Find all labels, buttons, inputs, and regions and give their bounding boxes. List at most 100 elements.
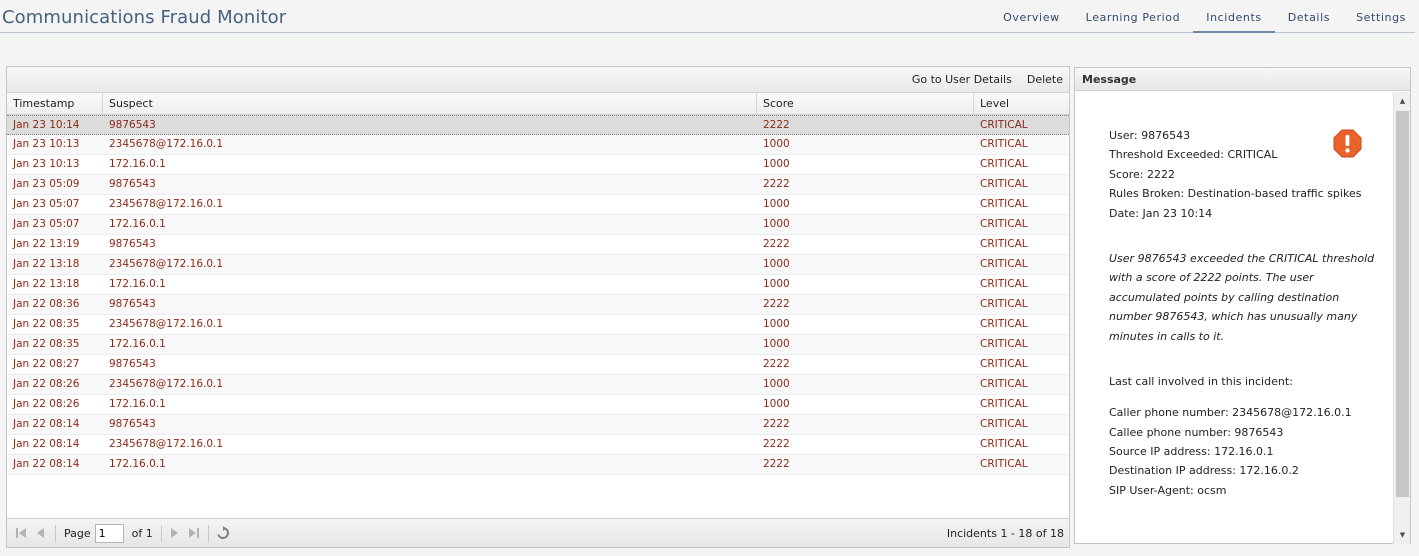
cell-score: 1000 [763,158,790,170]
cell-suspect: 2345678@172.16.0.1 [109,318,224,330]
column-header-timestamp[interactable]: Timestamp [7,93,103,115]
cell-timestamp: Jan 22 08:26 [13,398,80,410]
grid-rows: Jan 23 10:14 9876543 2222 CRITICAL Jan 23 10… [7,115,1069,475]
next-page-icon[interactable] [166,525,183,542]
cell-timestamp: Jan 22 08:27 [13,358,80,370]
cell-level: CRITICAL [980,458,1028,470]
cell-score: 2222 [763,358,790,370]
message-scrollbar[interactable]: ▲ ▼ [1393,92,1410,544]
cell-suspect: 9876543 [109,178,156,190]
cell-suspect: 9876543 [109,238,156,250]
tab-incidents[interactable]: Incidents [1193,0,1275,33]
cell-timestamp: Jan 23 05:09 [13,178,80,190]
cell-score: 1000 [763,258,790,270]
tab-overview[interactable]: Overview [990,0,1073,33]
cell-suspect: 2345678@172.16.0.1 [109,378,224,390]
cell-timestamp: Jan 23 10:14 [13,119,80,131]
cell-suspect: 172.16.0.1 [109,158,166,170]
column-header-score[interactable]: Score [757,93,974,115]
msg-explanation-line: number 9876543, which has unusually many [1109,310,1358,324]
tab-learning-period[interactable]: Learning Period [1073,0,1194,33]
pager-divider [160,524,162,542]
table-row[interactable]: Jan 22 13:18 172.16.0.1 1000 CRITICAL [7,275,1069,295]
cell-timestamp: Jan 22 13:18 [13,278,80,290]
table-row[interactable]: Jan 23 05:07 2345678@172.16.0.1 1000 CRITIC… [7,195,1069,215]
column-header-suspect[interactable]: Suspect [103,93,757,115]
cell-score: 2222 [763,178,790,190]
cell-suspect: 172.16.0.1 [109,338,166,350]
msg-sip-user-agent: SIP User-Agent: ocsm [1109,483,1227,497]
table-row[interactable]: Jan 22 08:14 2345678@172.16.0.1 2222 CRITIC… [7,435,1069,455]
cell-level: CRITICAL [980,178,1028,190]
msg-rules-broken: Rules Broken: Destination-based traffic … [1109,187,1362,201]
grid-header: Timestamp Suspect Score Level [7,93,1069,115]
cell-suspect: 172.16.0.1 [109,278,166,290]
pager-divider [55,524,56,542]
scroll-down-arrow-icon[interactable]: ▼ [1394,528,1411,543]
table-row[interactable]: Jan 22 13:18 2345678@172.16.0.1 1000 CRITIC… [7,255,1069,275]
table-row[interactable]: Jan 22 08:14 9876543 2222 CRITICAL [7,415,1069,435]
message-panel: Message User: 9876543 Threshold Exceeded… [1074,67,1411,544]
table-row[interactable]: Jan 23 10:13 2345678@172.16.0.1 1000 CRITIC… [7,135,1069,155]
page-number-input[interactable] [94,523,124,543]
cell-score: 2222 [763,119,790,131]
table-row[interactable]: Jan 22 08:36 9876543 2222 CRITICAL [7,295,1069,315]
cell-suspect: 2345678@172.16.0.1 [109,198,224,210]
refresh-icon[interactable] [215,525,232,542]
cell-score: 1000 [763,138,790,150]
cell-level: CRITICAL [980,158,1028,170]
cell-score: 2222 [763,298,790,310]
cell-suspect: 9876543 [109,358,156,370]
table-row[interactable]: Jan 23 10:13 172.16.0.1 1000 CRITICAL [7,155,1069,175]
cell-timestamp: Jan 23 10:13 [13,138,80,150]
pager-divider [207,524,209,542]
cell-suspect: 9876543 [109,298,156,310]
message-body: User: 9876543 Threshold Exceeded: CRITIC… [1109,126,1374,500]
page-label: Page [64,526,91,540]
last-page-icon[interactable] [185,525,202,542]
cell-timestamp: Jan 23 10:13 [13,158,80,170]
table-row[interactable]: Jan 23 05:07 172.16.0.1 1000 CRITICAL [7,215,1069,235]
cell-level: CRITICAL [980,258,1028,270]
msg-user: User: 9876543 [1109,129,1191,142]
table-row[interactable]: Jan 22 08:26 172.16.0.1 1000 CRITICAL [7,395,1069,415]
msg-date: Date: Jan 23 10:14 [1109,206,1213,220]
cell-score: 1000 [763,378,790,390]
table-row[interactable]: Jan 22 08:35 2345678@172.16.0.1 1000 CRITIC… [7,315,1069,335]
previous-page-icon[interactable] [32,525,49,542]
first-page-icon[interactable] [13,525,30,542]
cell-score: 1000 [763,278,790,290]
cell-timestamp: Jan 22 13:18 [13,258,80,270]
msg-callee: Callee phone number: 9876543 [1109,425,1284,439]
table-row[interactable]: Jan 22 08:27 9876543 2222 CRITICAL [7,355,1069,375]
cell-timestamp: Jan 22 08:14 [13,438,80,450]
cell-timestamp: Jan 23 05:07 [13,218,80,230]
table-row[interactable]: Jan 23 05:09 9876543 2222 CRITICAL [7,175,1069,195]
cell-level: CRITICAL [980,418,1028,430]
delete-button[interactable]: Delete [1012,73,1063,86]
page-total-label: of 1 [131,526,153,540]
table-row[interactable]: Jan 22 08:26 2345678@172.16.0.1 1000 CRITIC… [7,375,1069,395]
cell-suspect: 2345678@172.16.0.1 [109,138,224,150]
scroll-thumb[interactable] [1396,111,1409,497]
grid-toolbar: Go to User Details Delete [7,67,1069,93]
cell-score: 1000 [763,338,790,350]
table-row[interactable]: Jan 22 13:19 9876543 2222 CRITICAL [7,235,1069,255]
main-nav: Overview Learning Period Incidents Detai… [990,0,1419,33]
msg-explanation-line: minutes in calls to it. [1109,329,1225,343]
table-row[interactable]: Jan 22 08:35 172.16.0.1 1000 CRITICAL [7,335,1069,355]
cell-timestamp: Jan 23 05:07 [13,198,80,210]
msg-last-call-heading: Last call involved in this incident: [1109,374,1293,388]
tab-details[interactable]: Details [1275,0,1343,33]
cell-suspect: 2345678@172.16.0.1 [109,438,224,450]
cell-suspect: 172.16.0.1 [109,398,166,410]
cell-level: CRITICAL [980,138,1028,150]
table-row[interactable]: Jan 22 08:14 172.16.0.1 2222 CRITICAL [7,455,1069,475]
table-row[interactable]: Jan 23 10:14 9876543 2222 CRITICAL [7,115,1069,135]
column-header-level[interactable]: Level [974,93,1070,115]
cell-score: 1000 [763,318,790,330]
tab-settings[interactable]: Settings [1343,0,1419,33]
go-to-user-details-button[interactable]: Go to User Details [897,73,1012,86]
scroll-up-arrow-icon[interactable]: ▲ [1394,94,1411,109]
msg-destination-ip: Destination IP address: 172.16.0.2 [1109,464,1299,478]
